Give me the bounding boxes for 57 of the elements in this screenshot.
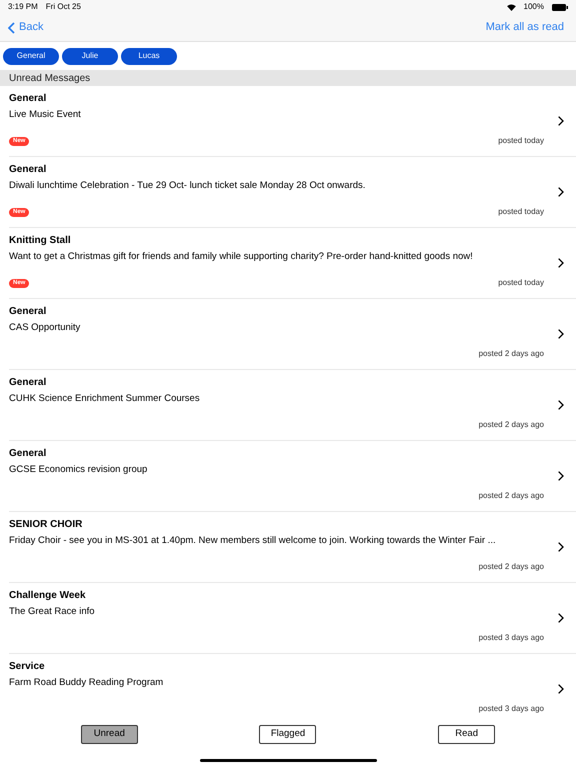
message-category: General xyxy=(9,305,48,319)
message-text: The Great Race info xyxy=(9,605,96,619)
chevron-right-icon xyxy=(558,471,564,481)
message-text: GCSE Economics revision group xyxy=(9,463,148,477)
battery-percent: 100% xyxy=(524,1,544,13)
tab-button[interactable]: Read xyxy=(438,725,496,744)
posted-time: posted today xyxy=(498,206,544,218)
filter-chip[interactable]: Julie xyxy=(62,48,118,64)
chevron-right-icon xyxy=(558,400,564,410)
message-text: Diwali lunchtime Celebration - Tue 29 Oct- lunch ticket sale Monday 28 Oct onwards. xyxy=(9,179,366,193)
chevron-right-icon xyxy=(558,187,564,197)
message-row[interactable]: General GCSE Economics revision group posted 2 days ago xyxy=(9,441,576,512)
chevron-right-icon xyxy=(558,329,564,339)
chevron-left-icon xyxy=(8,22,15,34)
status-date: Fri Oct 25 xyxy=(46,1,81,13)
posted-time: posted 3 days ago xyxy=(478,703,544,715)
message-text: Live Music Event xyxy=(9,108,82,122)
message-text: Friday Choir - see you in MS-301 at 1.40pm. New members still welcome to join. Working towards the Winter Fair ... xyxy=(9,534,497,548)
posted-time: posted 2 days ago xyxy=(478,348,544,360)
posted-time: posted today xyxy=(498,135,544,147)
message-category: SENIOR CHOIR xyxy=(9,518,84,532)
chevron-right-icon xyxy=(558,116,564,126)
chevron-right-icon xyxy=(558,542,564,552)
message-category: Knitting Stall xyxy=(9,234,72,248)
message-category: General xyxy=(9,92,48,106)
message-category: General xyxy=(9,376,48,390)
tab-button[interactable]: Flagged xyxy=(259,725,316,744)
posted-time: posted 2 days ago xyxy=(478,419,544,431)
posted-time: posted 2 days ago xyxy=(478,561,544,573)
chevron-right-icon xyxy=(558,613,564,623)
back-button[interactable]: Back xyxy=(8,19,44,36)
message-category: General xyxy=(9,163,48,177)
mark-all-read-link[interactable]: Mark all as read xyxy=(486,19,568,36)
message-text: Farm Road Buddy Reading Program xyxy=(9,676,164,690)
posted-time: posted 2 days ago xyxy=(478,490,544,502)
message-row[interactable]: General CUHK Science Enrichment Summer Courses posted 2 days ago xyxy=(9,370,576,441)
message-row[interactable]: Challenge Week The Great Race info posted 3 days ago xyxy=(9,583,576,654)
message-text: CUHK Science Enrichment Summer Courses xyxy=(9,392,201,406)
posted-time: posted 3 days ago xyxy=(478,632,544,644)
message-row[interactable]: General CAS Opportunity posted 2 days ago xyxy=(9,299,576,370)
filter-chip[interactable]: Lucas xyxy=(121,48,177,64)
message-text: Want to get a Christmas gift for friends and family while supporting charity? Pre-order hand-knitted goods now! xyxy=(9,250,474,264)
message-category: Challenge Week xyxy=(9,589,87,603)
battery-icon xyxy=(552,4,568,10)
tab-button[interactable]: Unread xyxy=(80,725,138,744)
wifi-icon xyxy=(506,4,516,10)
chevron-right-icon xyxy=(558,684,564,694)
chevron-right-icon xyxy=(558,258,564,268)
message-category: Service xyxy=(9,660,46,674)
message-category: General xyxy=(9,447,48,461)
filter-chip[interactable]: General xyxy=(3,48,59,64)
status-time: 3:19 PM xyxy=(8,1,38,13)
message-row[interactable]: SENIOR CHOIR Friday Choir - see you in MS-301 at 1.40pm. New members still welcome to join. Working towards the Winter Fair ... posted 2 days ago xyxy=(9,512,576,583)
back-label: Back xyxy=(19,20,44,36)
section-header: Unread Messages xyxy=(0,70,576,86)
posted-time: posted today xyxy=(498,277,544,289)
message-text: CAS Opportunity xyxy=(9,321,82,335)
